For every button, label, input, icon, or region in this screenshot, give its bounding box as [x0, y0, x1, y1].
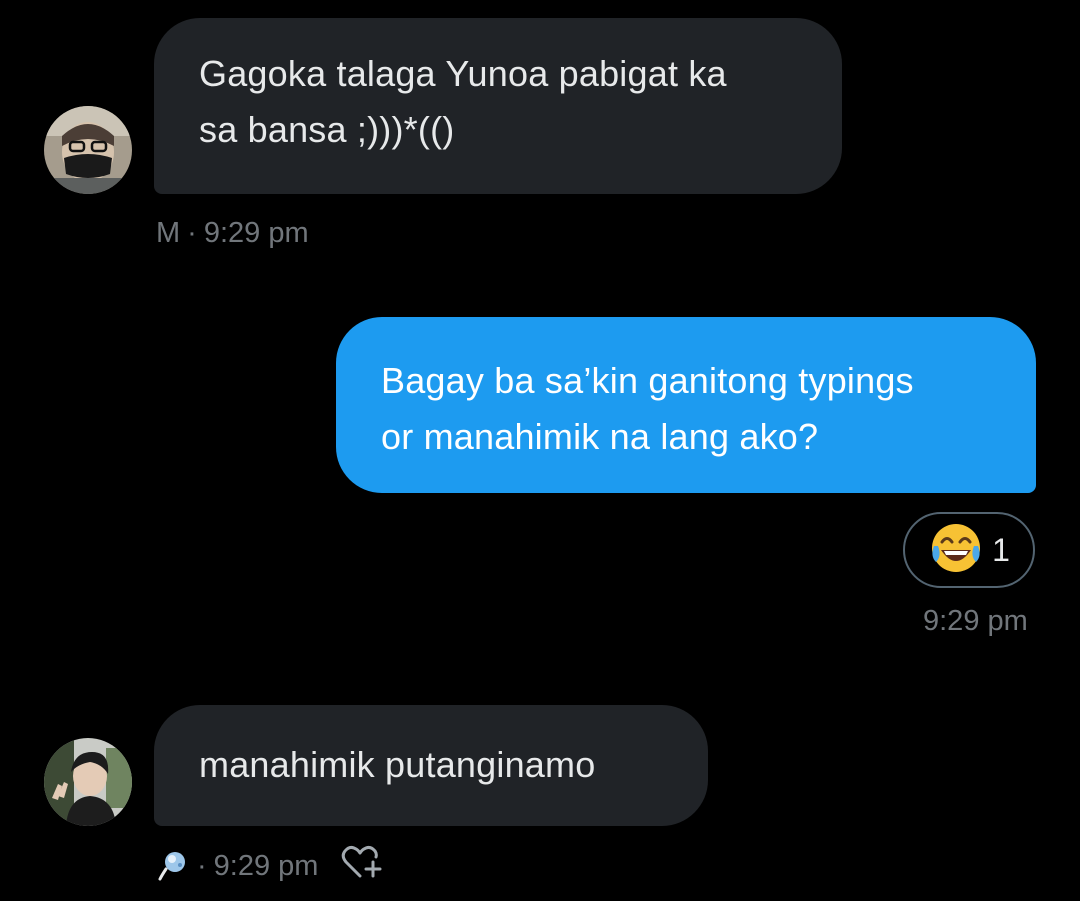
- timestamp: 9:29 pm: [213, 850, 319, 882]
- sender-emoji-icon: [156, 849, 190, 883]
- avatar[interactable]: [44, 106, 132, 194]
- meta-separator: ·: [197, 850, 207, 882]
- message-bubble-incoming[interactable]: Gagoka talaga Yunoa pabigat ka sa bansa …: [154, 18, 842, 194]
- timestamp: 9:29 pm: [203, 217, 309, 249]
- message-text-line: or manahimik na lang ako?: [381, 416, 819, 457]
- message-bubble-outgoing[interactable]: Bagay ba sa’kin ganitong typings or mana…: [336, 317, 1036, 493]
- timestamp: 9:29 pm: [923, 605, 1028, 637]
- meta-separator: ·: [187, 217, 197, 249]
- reaction-pill[interactable]: 1: [903, 512, 1035, 588]
- message-text-line: Gagoka talaga Yunoa pabigat ka: [199, 53, 727, 94]
- dm-conversation: Gagoka talaga Yunoa pabigat ka sa bansa …: [0, 0, 1080, 901]
- message-bubble-incoming[interactable]: manahimik putanginamo: [154, 705, 708, 826]
- face-with-tears-of-joy-icon: [928, 520, 984, 581]
- message-meta: 9:29 pm: [923, 604, 1028, 638]
- message-text-line: manahimik putanginamo: [199, 744, 596, 785]
- message-text-line: sa bansa ;)))*((): [199, 109, 455, 150]
- reaction-count: 1: [992, 531, 1010, 568]
- add-reaction-heart-icon[interactable]: [340, 844, 384, 888]
- avatar[interactable]: [44, 738, 132, 826]
- sender-initial: M: [156, 217, 181, 249]
- message-meta: M · 9:29 pm: [156, 216, 309, 250]
- message-text-line: Bagay ba sa’kin ganitong typings: [381, 360, 914, 401]
- message-meta: · 9:29 pm: [156, 844, 384, 888]
